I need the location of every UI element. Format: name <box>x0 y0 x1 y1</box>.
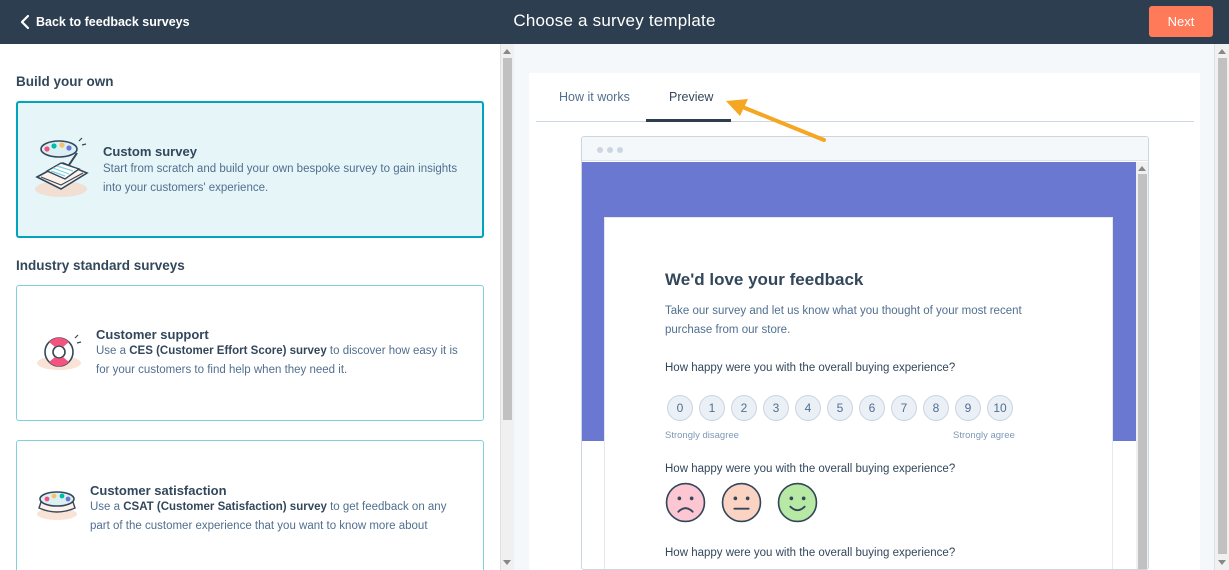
question-3: How happy were you with the overall buyi… <box>665 547 956 559</box>
top-header: Back to feedback surveys Choose a survey… <box>0 0 1229 44</box>
survey-intro-text: Take our survey and let us know what you… <box>665 305 1022 336</box>
customer-support-description: Use a CES (Customer Effort Score) survey… <box>96 345 458 376</box>
scrollbar-thumb[interactable] <box>503 58 512 420</box>
nps-scale: 0 1 2 3 4 5 6 7 8 9 10 <box>667 395 1019 421</box>
lifebuoy-icon <box>37 334 82 370</box>
window-dot-icon <box>617 147 623 153</box>
scale-option-3[interactable]: 3 <box>763 395 789 421</box>
scrollbar-thumb[interactable] <box>1138 174 1147 569</box>
customer-support-card[interactable]: Customer support Use a CES (Customer Eff… <box>16 285 484 421</box>
scale-high-label: Strongly agree <box>953 430 1015 441</box>
template-detail-panel: How it works Preview We'd love your feed… <box>529 73 1200 570</box>
scroll-up-icon[interactable] <box>503 49 511 54</box>
tab-preview[interactable]: Preview <box>669 90 713 104</box>
browser-window-bar <box>582 137 1148 161</box>
annotation-arrow-icon <box>726 99 826 142</box>
tab-divider <box>536 121 1194 122</box>
build-your-own-heading: Build your own <box>16 74 114 89</box>
sad-face-icon[interactable] <box>665 482 706 523</box>
scroll-down-icon[interactable] <box>503 560 511 565</box>
customer-satisfaction-title: Customer satisfaction <box>90 483 227 498</box>
customer-satisfaction-card[interactable]: Customer satisfaction Use a CSAT (Custom… <box>16 440 484 570</box>
question-2: How happy were you with the overall buyi… <box>665 463 956 475</box>
survey-form-card: We'd love your feedback Take our survey … <box>604 217 1113 569</box>
scroll-up-icon[interactable] <box>1138 166 1146 171</box>
window-dot-icon <box>607 147 613 153</box>
neutral-face-icon[interactable] <box>721 482 762 523</box>
survey-title: We'd love your feedback <box>665 270 864 289</box>
scale-option-0[interactable]: 0 <box>667 395 693 421</box>
scale-option-9[interactable]: 9 <box>955 395 981 421</box>
satisfaction-dial-icon <box>37 491 77 520</box>
industry-standard-heading: Industry standard surveys <box>16 258 185 273</box>
survey-preview-window: We'd love your feedback Take our survey … <box>581 136 1149 570</box>
active-tab-indicator <box>646 119 731 122</box>
customer-support-title: Customer support <box>96 327 209 342</box>
scale-option-1[interactable]: 1 <box>699 395 725 421</box>
window-dot-icon <box>597 147 603 153</box>
scroll-up-icon[interactable] <box>1218 49 1226 54</box>
tab-how-it-works[interactable]: How it works <box>559 90 630 104</box>
custom-survey-card[interactable]: Custom survey Start from scratch and bui… <box>16 101 484 238</box>
question-1: How happy were you with the overall buyi… <box>665 362 956 374</box>
scale-option-5[interactable]: 5 <box>827 395 853 421</box>
custom-survey-icon <box>35 137 89 197</box>
scale-option-6[interactable]: 6 <box>859 395 885 421</box>
next-button[interactable]: Next <box>1149 6 1213 37</box>
customer-satisfaction-description: Use a CSAT (Customer Satisfaction) surve… <box>90 501 447 532</box>
template-list-panel: Build your own Custom survey Start from … <box>0 44 500 570</box>
page-scrollbar[interactable] <box>1214 44 1229 570</box>
scale-option-2[interactable]: 2 <box>731 395 757 421</box>
scale-option-8[interactable]: 8 <box>923 395 949 421</box>
happy-face-icon[interactable] <box>777 482 818 523</box>
scale-option-4[interactable]: 4 <box>795 395 821 421</box>
preview-scrollbar[interactable] <box>1136 162 1148 569</box>
scrollbar-thumb[interactable] <box>1218 58 1227 554</box>
scroll-down-icon[interactable] <box>1218 560 1226 565</box>
scale-option-10[interactable]: 10 <box>987 395 1013 421</box>
left-panel-scrollbar[interactable] <box>500 44 514 570</box>
custom-survey-title: Custom survey <box>103 144 197 159</box>
scale-option-7[interactable]: 7 <box>891 395 917 421</box>
emoji-rating <box>665 482 833 523</box>
custom-survey-description: Start from scratch and build your own be… <box>103 163 458 194</box>
page-title: Choose a survey template <box>513 11 716 30</box>
scale-low-label: Strongly disagree <box>665 430 739 441</box>
